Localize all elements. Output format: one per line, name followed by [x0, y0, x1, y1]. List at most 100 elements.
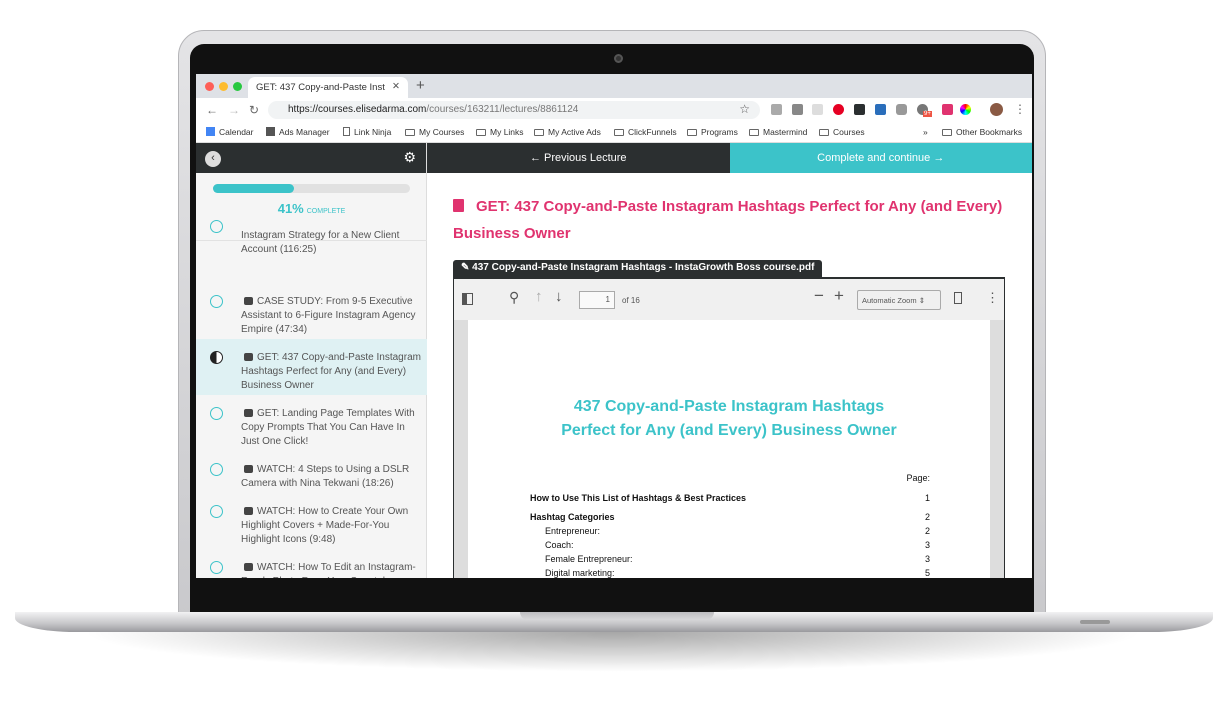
lecture-item[interactable]: Instagram Strategy for a New Client Acco… [196, 220, 427, 283]
tools-menu-icon[interactable]: ⋮ [986, 290, 999, 306]
bookmark-calendar[interactable]: Calendar [206, 127, 254, 137]
page-number-input[interactable]: 1 [579, 291, 615, 309]
bookmarks-bar: Calendar Ads Manager Link Ninja My Cours… [196, 122, 1032, 143]
zoom-in-icon[interactable]: + [834, 286, 844, 306]
browser-tab[interactable]: GET: 437 Copy-and-Paste Inst ✕ [248, 77, 408, 98]
folder-icon [405, 129, 415, 136]
close-window-button[interactable] [205, 82, 214, 91]
incomplete-circle-icon[interactable] [210, 295, 223, 308]
document-icon [453, 199, 464, 212]
next-page-icon[interactable]: ↓ [555, 288, 563, 305]
maximize-window-button[interactable] [233, 82, 242, 91]
toc-label: How to Use This List of Hashtags & Best … [530, 493, 747, 503]
bookmark-folder[interactable]: My Courses [405, 127, 464, 137]
bookmark-folder[interactable]: Mastermind [749, 127, 807, 137]
bookmark-folder[interactable]: My Links [476, 127, 524, 137]
video-icon [244, 507, 253, 515]
bookmark-folder[interactable]: My Active Ads [534, 127, 601, 137]
bookmark-folder[interactable]: ClickFunnels [614, 127, 677, 137]
close-tab-icon[interactable]: ✕ [392, 81, 400, 92]
tab-title: GET: 437 Copy-and-Paste Inst [256, 82, 385, 93]
lecture-item[interactable]: CASE STUDY: From 9-5 Executive Assistant… [196, 283, 427, 339]
menu-icon[interactable]: ⋮ [1014, 102, 1026, 116]
new-tab-button[interactable]: + [416, 77, 425, 94]
paperclip-icon: ✎ [461, 262, 470, 273]
toc-label: Entrepreneur: [545, 526, 601, 536]
pdf-viewer: ⚲ ↑ ↓ 1 of 16 − + Automatic Zoom ⇕ ⋮ 437… [453, 277, 1005, 578]
extension-icon[interactable] [771, 104, 782, 115]
extension-icon[interactable] [854, 104, 865, 115]
sidebar-toggle-icon[interactable] [462, 293, 473, 305]
fast-forward-icon[interactable] [875, 104, 886, 115]
folder-icon [749, 129, 759, 136]
lecture-item[interactable]: WATCH: How To Edit an Instagram-Ready Ph… [196, 549, 427, 578]
previous-page-icon[interactable]: ↑ [535, 288, 543, 305]
toc-page-header: Page: [906, 473, 930, 483]
lecture-item-text: Instagram Strategy for a New Client Acco… [241, 230, 400, 255]
minimize-window-button[interactable] [219, 82, 228, 91]
url-input[interactable]: https://courses.elisedarma.com/courses/1… [268, 101, 760, 119]
other-bookmarks[interactable]: Other Bookmarks [942, 127, 1022, 137]
laptop-port [1080, 620, 1110, 624]
toc-row[interactable]: Hashtag Categories 2 [530, 512, 930, 522]
color-wheel-icon[interactable] [960, 104, 971, 115]
extension-icon[interactable] [792, 104, 803, 115]
lecture-item[interactable]: GET: 437 Copy-and-Paste Instagram Hashta… [196, 339, 427, 395]
incomplete-circle-icon[interactable] [210, 463, 223, 476]
bookmark-ads-manager[interactable]: Ads Manager [266, 127, 330, 137]
lecture-main: ← Previous Lecture Complete and continue… [427, 143, 1032, 578]
calendar-icon [206, 127, 215, 136]
more-bookmarks-button[interactable]: » [923, 127, 928, 137]
avatar[interactable] [990, 103, 1003, 116]
bookmark-folder[interactable]: Courses [819, 127, 865, 137]
toc-page: 1 [924, 493, 930, 503]
incomplete-circle-icon[interactable] [210, 407, 223, 420]
incomplete-circle-icon[interactable] [210, 220, 223, 233]
toc-row[interactable]: Entrepreneur: 2 [530, 526, 930, 536]
video-icon [244, 465, 253, 473]
search-icon[interactable]: ⚲ [509, 289, 519, 306]
ads-manager-icon [266, 127, 275, 136]
bookmark-folder[interactable]: Programs [687, 127, 738, 137]
pocket-icon[interactable] [812, 104, 823, 115]
back-button[interactable]: ‹ [205, 151, 221, 167]
lecture-item[interactable]: WATCH: 4 Steps to Using a DSLR Camera wi… [196, 451, 427, 493]
pdf-page: 437 Copy-and-Paste Instagram Hashtags Per… [468, 320, 990, 578]
browser-window: GET: 437 Copy-and-Paste Inst ✕ + ← → ↻ ht… [196, 74, 1032, 578]
pinterest-icon[interactable] [833, 104, 844, 115]
toc-row[interactable]: Coach: 3 [530, 540, 930, 550]
toc-row[interactable]: Female Entrepreneur: 3 [530, 554, 930, 564]
camera-icon[interactable] [896, 104, 907, 115]
toc-page: 5 [924, 568, 930, 578]
lecture-item[interactable]: GET: Landing Page Templates With Copy Pr… [196, 395, 427, 451]
forward-icon[interactable]: → [228, 103, 240, 117]
folder-icon [942, 129, 952, 136]
pdf-page-area: 437 Copy-and-Paste Instagram Hashtags Per… [454, 320, 1004, 578]
gear-icon[interactable]: ⚙ [403, 149, 416, 166]
bookmark-link-ninja[interactable]: Link Ninja [343, 127, 391, 137]
color-picker-icon[interactable] [942, 104, 953, 115]
pdf-toolbar: ⚲ ↑ ↓ 1 of 16 − + Automatic Zoom ⇕ ⋮ [454, 279, 1004, 320]
incomplete-circle-icon[interactable] [210, 561, 223, 574]
back-icon[interactable]: ← [206, 103, 218, 117]
in-progress-icon[interactable] [210, 351, 223, 364]
url-host: https://courses.elisedarma.com [288, 104, 427, 115]
video-icon [244, 297, 253, 305]
incomplete-circle-icon[interactable] [210, 505, 223, 518]
toc-page: 2 [924, 526, 930, 536]
previous-lecture-button[interactable]: ← Previous Lecture [427, 143, 730, 173]
toc-row[interactable]: How to Use This List of Hashtags & Best … [530, 493, 930, 503]
bookmark-icon[interactable] [954, 292, 962, 304]
zoom-select[interactable]: Automatic Zoom ⇕ [857, 290, 941, 310]
toc-row[interactable]: Digital marketing: 5 [530, 568, 930, 578]
complete-continue-button[interactable]: Complete and continue → [729, 143, 1032, 173]
lecture-item-text: WATCH: How to Create Your Own Highlight … [241, 506, 409, 545]
zoom-out-icon[interactable]: − [814, 286, 824, 306]
star-icon[interactable]: ☆ [739, 102, 750, 116]
tab-bar: GET: 437 Copy-and-Paste Inst ✕ + [196, 74, 1032, 98]
lecture-item[interactable]: WATCH: How to Create Your Own Highlight … [196, 493, 427, 549]
attachment-tab[interactable]: ✎ 437 Copy-and-Paste Instagram Hashtags … [453, 260, 823, 277]
document-icon [244, 353, 253, 361]
lecture-item-text: CASE STUDY: From 9-5 Executive Assistant… [241, 296, 416, 335]
reload-icon[interactable]: ↻ [249, 103, 259, 117]
